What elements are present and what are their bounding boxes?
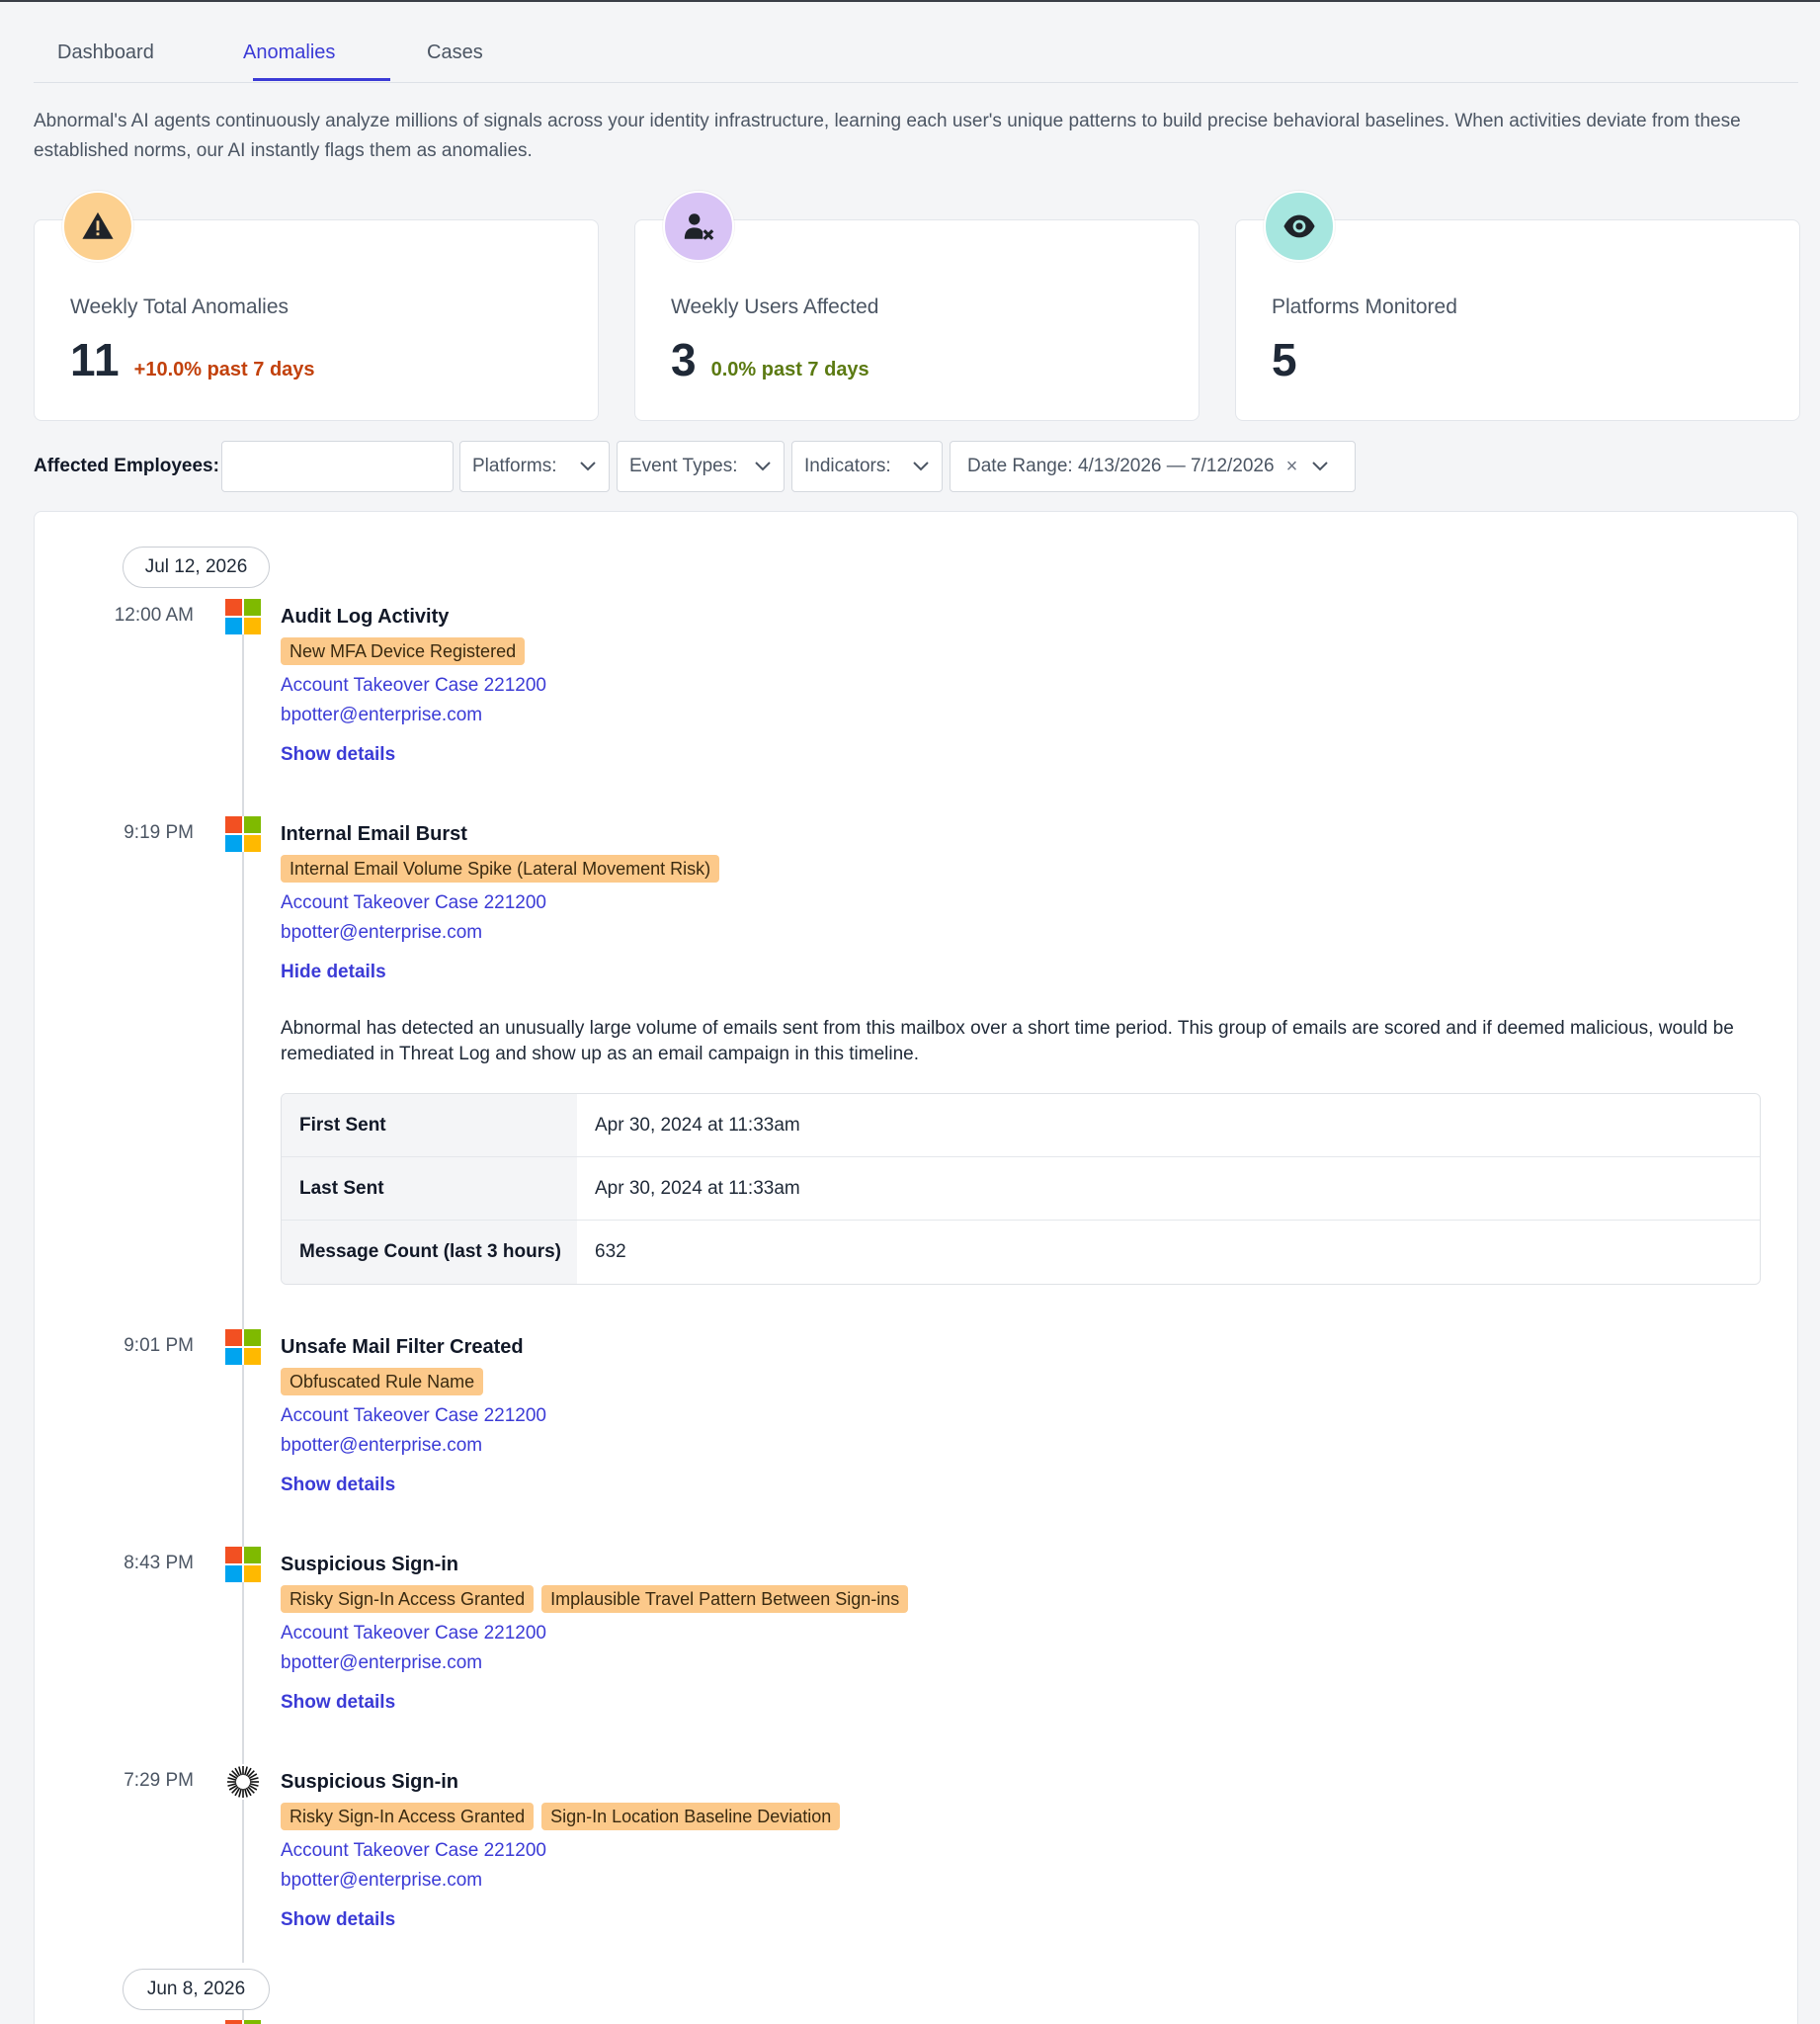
tab-cases[interactable]: Cases [427,42,483,64]
show-details-button[interactable]: Show details [281,740,395,770]
detail-value: 632 [595,1241,626,1262]
event-time: 8:43 PM [124,1553,194,1573]
event-time: 9:01 PM [124,1335,194,1356]
timeline-event: Unsafe Mail Filter Created Obfuscated Ru… [281,1332,546,1500]
stat-label: Weekly Total Anomalies [70,295,290,318]
case-link[interactable]: Account Takeover Case 221200 [281,1619,908,1648]
event-types-filter-label: Event Types: [629,456,738,476]
event-details-text: Abnormal has detected an unusually large… [281,1018,1734,1064]
detail-value: Apr 30, 2024 at 11:33am [595,1114,800,1136]
table-row: Message Count (last 3 hours) 632 [282,1221,1760,1284]
stat-card-total-anomalies: Weekly Total Anomalies 11 +10.0% past 7 … [34,191,599,421]
intro-text: Abnormal's AI agents continuously analyz… [34,111,1741,161]
timeline-event: Audit Log Activity New MFA Device Regist… [281,602,546,770]
stat-value: 11 [70,334,121,385]
stat-value: 3 [671,334,698,385]
timeline-event: Suspicious Sign-in Risky Sign-In Access … [281,1767,841,1935]
indicators-filter[interactable]: Indicators: [791,441,943,492]
detail-value: Apr 30, 2024 at 11:33am [595,1177,800,1199]
stat-label: Platforms Monitored [1272,295,1457,318]
microsoft-icon [225,599,261,634]
case-link[interactable]: Account Takeover Case 221200 [281,1401,546,1431]
chevron-down-icon [912,461,930,472]
show-details-button[interactable]: Show details [281,1905,395,1935]
case-link[interactable]: Account Takeover Case 221200 [281,888,719,918]
user-email-link[interactable]: bpotter@enterprise.com [281,1431,546,1461]
detail-key: First Sent [282,1094,577,1156]
microsoft-icon [225,816,261,852]
chevron-down-icon [754,461,772,472]
event-title: Internal Email Burst [281,823,467,845]
indicator-badge: Internal Email Volume Spike (Lateral Mov… [281,855,720,883]
indicator-badge: Obfuscated Rule Name [281,1368,484,1395]
event-title: Suspicious Sign-in [281,1554,459,1575]
event-title: Suspicious Sign-in [281,1771,459,1793]
event-time: 12:00 AM [114,605,194,626]
platforms-filter-label: Platforms: [472,456,557,476]
date-range-filter[interactable]: Date Range: 4/13/2026 — 7/12/2026 × [950,441,1356,492]
microsoft-icon [225,2020,261,2024]
eye-icon [1264,191,1335,262]
stat-label: Weekly Users Affected [671,295,879,318]
detail-key: Message Count (last 3 hours) [282,1221,577,1284]
show-details-button[interactable]: Show details [281,1688,395,1718]
date-pill: Jul 12, 2026 [123,547,270,588]
sunburst-icon [225,1764,261,1800]
chevron-down-icon [579,461,597,472]
stat-card-users-affected: Weekly Users Affected 3 0.0% past 7 days [634,191,1200,421]
platforms-filter[interactable]: Platforms: [459,441,610,492]
indicator-badge: Implausible Travel Pattern Between Sign-… [541,1585,909,1613]
indicator-badge: Risky Sign-In Access Granted [281,1803,535,1830]
event-title: Unsafe Mail Filter Created [281,1336,524,1358]
timeline-event: Suspicious Sign-in Risky Sign-In Access … [281,1550,909,1718]
table-row: First Sent Apr 30, 2024 at 11:33am [282,1094,1760,1157]
hide-details-button[interactable]: Hide details [281,958,386,987]
case-link[interactable]: Account Takeover Case 221200 [281,1836,840,1866]
event-time: 9:19 PM [124,822,194,843]
show-details-button[interactable]: Show details [281,1471,395,1500]
affected-employees-input[interactable] [221,441,454,492]
indicator-badge: New MFA Device Registered [281,637,526,665]
user-email-link[interactable]: bpotter@enterprise.com [281,1866,840,1896]
user-email-link[interactable]: bpotter@enterprise.com [281,1648,908,1678]
indicator-badge: Sign-In Location Baseline Deviation [541,1803,841,1830]
stat-value: 5 [1272,334,1298,385]
event-details-table: First Sent Apr 30, 2024 at 11:33am Last … [281,1093,1761,1285]
event-types-filter[interactable]: Event Types: [617,441,785,492]
chevron-down-icon [1311,461,1329,472]
table-row: Last Sent Apr 30, 2024 at 11:33am [282,1157,1760,1221]
event-title: Audit Log Activity [281,606,450,628]
tab-bar: Dashboard Anomalies Cases [34,2,1798,83]
stat-card-platforms-monitored: Platforms Monitored 5 [1235,191,1800,421]
date-pill: Jun 8, 2026 [123,1969,270,2010]
date-range-filter-label: Date Range: 4/13/2026 — 7/12/2026 [967,456,1275,476]
timeline-event: Internal Email Burst Internal Email Volu… [281,819,720,987]
event-time: 7:29 PM [124,1770,194,1791]
indicator-badge: Risky Sign-In Access Granted [281,1585,535,1613]
microsoft-icon [225,1329,261,1365]
affected-employees-label: Affected Employees: [34,456,219,476]
stat-delta: 0.0% past 7 days [710,359,869,380]
tab-anomalies[interactable]: Anomalies [243,42,335,64]
warning-icon [62,191,133,262]
active-tab-indicator [253,78,390,81]
user-email-link[interactable]: bpotter@enterprise.com [281,701,546,730]
detail-key: Last Sent [282,1157,577,1220]
microsoft-icon [225,1547,261,1582]
user-x-icon [663,191,734,262]
case-link[interactable]: Account Takeover Case 221200 [281,671,546,701]
indicators-filter-label: Indicators: [804,456,891,476]
tab-dashboard[interactable]: Dashboard [57,42,154,64]
clear-icon[interactable]: × [1286,456,1298,478]
stat-delta: +10.0% past 7 days [133,359,315,380]
user-email-link[interactable]: bpotter@enterprise.com [281,918,719,948]
